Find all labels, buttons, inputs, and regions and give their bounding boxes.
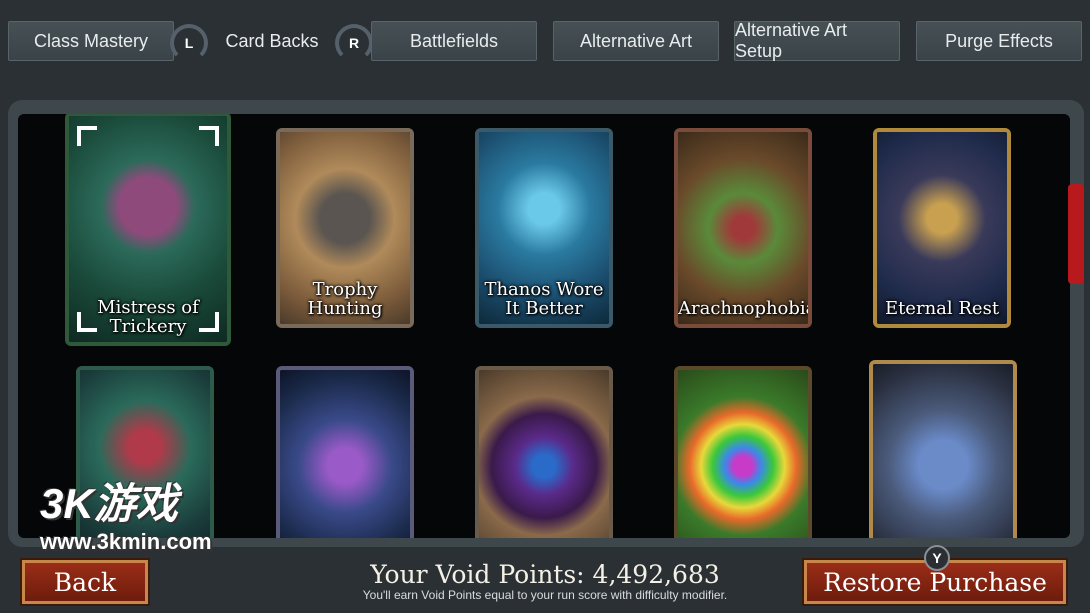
card-back-row2-5[interactable]: [869, 360, 1017, 538]
y-button-icon: Y: [924, 545, 950, 571]
card-back-thanos-wore-it-better[interactable]: Thanos Wore It Better: [475, 128, 613, 328]
card-back-row2-3[interactable]: [475, 366, 613, 538]
card-label: Trophy Hunting: [307, 279, 383, 319]
card-back-eternal-rest[interactable]: Eternal Rest: [873, 128, 1011, 328]
card-label: Eternal Rest: [884, 298, 1000, 319]
top-tab-bar: Class Mastery L Card Backs R Battlefield…: [0, 0, 1090, 62]
watermark: 3K游戏 www.3kmin.com: [40, 470, 290, 570]
watermark-url: www.3kmin.com: [40, 529, 212, 554]
rune-dice-art: [873, 364, 1013, 538]
tab-purge-effects[interactable]: Purge Effects: [916, 21, 1082, 61]
void-points-note: You'll earn Void Points equal to your ru…: [362, 588, 728, 602]
reaper-art: [877, 132, 1007, 324]
tab-card-backs[interactable]: Card Backs: [190, 21, 354, 61]
selection-corner-icon: [199, 126, 219, 146]
right-shoulder-icon[interactable]: R: [335, 24, 373, 62]
selection-corner-icon: [199, 312, 219, 332]
selection-corner-icon: [77, 312, 97, 332]
tab-battlefields[interactable]: Battlefields: [371, 21, 537, 61]
tab-class-mastery[interactable]: Class Mastery: [8, 21, 174, 61]
eye-art: [479, 370, 609, 538]
selection-corner-icon: [77, 126, 97, 146]
card-back-arachnophobia[interactable]: Arachnophobia: [674, 128, 812, 328]
card-label: Thanos Wore It Better: [484, 279, 604, 319]
card-back-trophy-hunting[interactable]: Trophy Hunting: [276, 128, 414, 328]
card-back-row2-4[interactable]: [674, 366, 812, 538]
card-back-mistress-of-trickery[interactable]: Mistress of Trickery: [65, 114, 231, 346]
spider-art: [678, 132, 808, 324]
void-points-total: Your Void Points: 4,492,683: [370, 560, 720, 589]
grid-scrollbar[interactable]: [1068, 184, 1084, 284]
tab-alternative-art-setup[interactable]: Alternative Art Setup: [734, 20, 900, 61]
tentacle-art: [280, 370, 410, 538]
watermark-logo: 3K游戏: [40, 480, 178, 527]
vortex-art: [678, 370, 808, 538]
card-back-row2-2[interactable]: [276, 366, 414, 538]
card-label: Arachnophobia: [678, 298, 812, 319]
tab-alternative-art[interactable]: Alternative Art: [553, 21, 719, 61]
